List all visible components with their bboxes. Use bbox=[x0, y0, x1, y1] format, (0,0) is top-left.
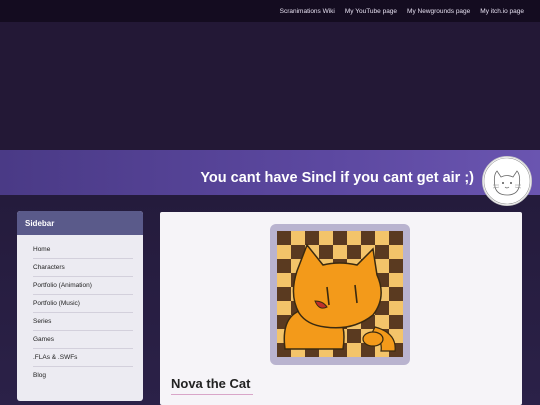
page-title: Nova the Cat bbox=[171, 376, 251, 391]
sidebar-item-blog[interactable]: Blog bbox=[33, 367, 133, 384]
sidebar-item-series[interactable]: Series bbox=[33, 313, 133, 331]
sidebar: Sidebar Home Characters Portfolio (Anima… bbox=[17, 211, 143, 401]
cat-sketch-avatar-icon[interactable] bbox=[482, 156, 532, 206]
nav-link-itchio[interactable]: My itch.io page bbox=[480, 8, 524, 15]
hero-area bbox=[0, 22, 540, 150]
main-content: Nova the Cat bbox=[160, 212, 522, 405]
sidebar-item-portfolio-animation[interactable]: Portfolio (Animation) bbox=[33, 277, 133, 295]
sidebar-header: Sidebar bbox=[17, 211, 143, 235]
sidebar-item-flas-swfs[interactable]: .FLAs & .SWFs bbox=[33, 349, 133, 367]
title-underline bbox=[171, 394, 253, 395]
top-navigation: Scranimations Wiki My YouTube page My Ne… bbox=[0, 0, 540, 22]
sidebar-menu: Home Characters Portfolio (Animation) Po… bbox=[17, 235, 143, 384]
nav-link-newgrounds[interactable]: My Newgrounds page bbox=[407, 8, 470, 15]
nav-link-wiki[interactable]: Scranimations Wiki bbox=[280, 8, 335, 15]
sidebar-item-games[interactable]: Games bbox=[33, 331, 133, 349]
sidebar-item-characters[interactable]: Characters bbox=[33, 259, 133, 277]
sidebar-item-portfolio-music[interactable]: Portfolio (Music) bbox=[33, 295, 133, 313]
nav-link-youtube[interactable]: My YouTube page bbox=[345, 8, 397, 15]
portrait-frame bbox=[270, 224, 410, 365]
orange-cat-portrait-icon bbox=[277, 231, 403, 357]
sidebar-item-home[interactable]: Home bbox=[33, 241, 133, 259]
banner-tagline: You cant have Sincl if you cant get air … bbox=[200, 170, 474, 186]
